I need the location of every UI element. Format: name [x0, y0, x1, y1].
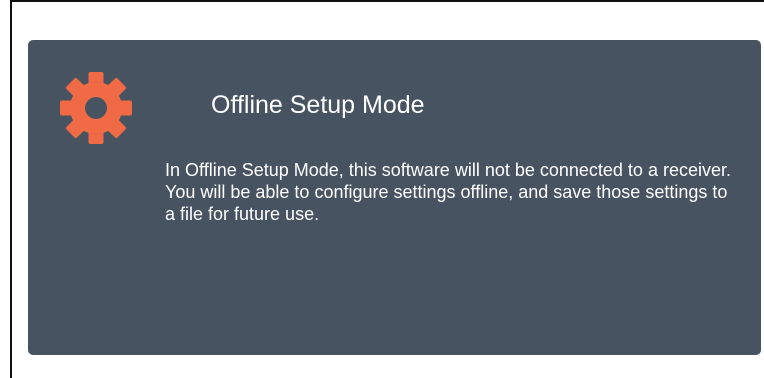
dialog-description: In Offline Setup Mode, this software wil… — [165, 159, 735, 225]
gear-icon — [58, 70, 134, 146]
dialog-title: Offline Setup Mode — [211, 91, 425, 119]
offline-setup-panel: Offline Setup Mode In Offline Setup Mode… — [28, 40, 761, 355]
gear-icon-graphic — [60, 72, 132, 144]
window-frame: Offline Setup Mode In Offline Setup Mode… — [10, 0, 764, 378]
description-paragraph-connection: In Offline Setup Mode, this software wil… — [165, 160, 731, 180]
description-paragraph-configure: You will be able to configure settings o… — [165, 182, 728, 224]
